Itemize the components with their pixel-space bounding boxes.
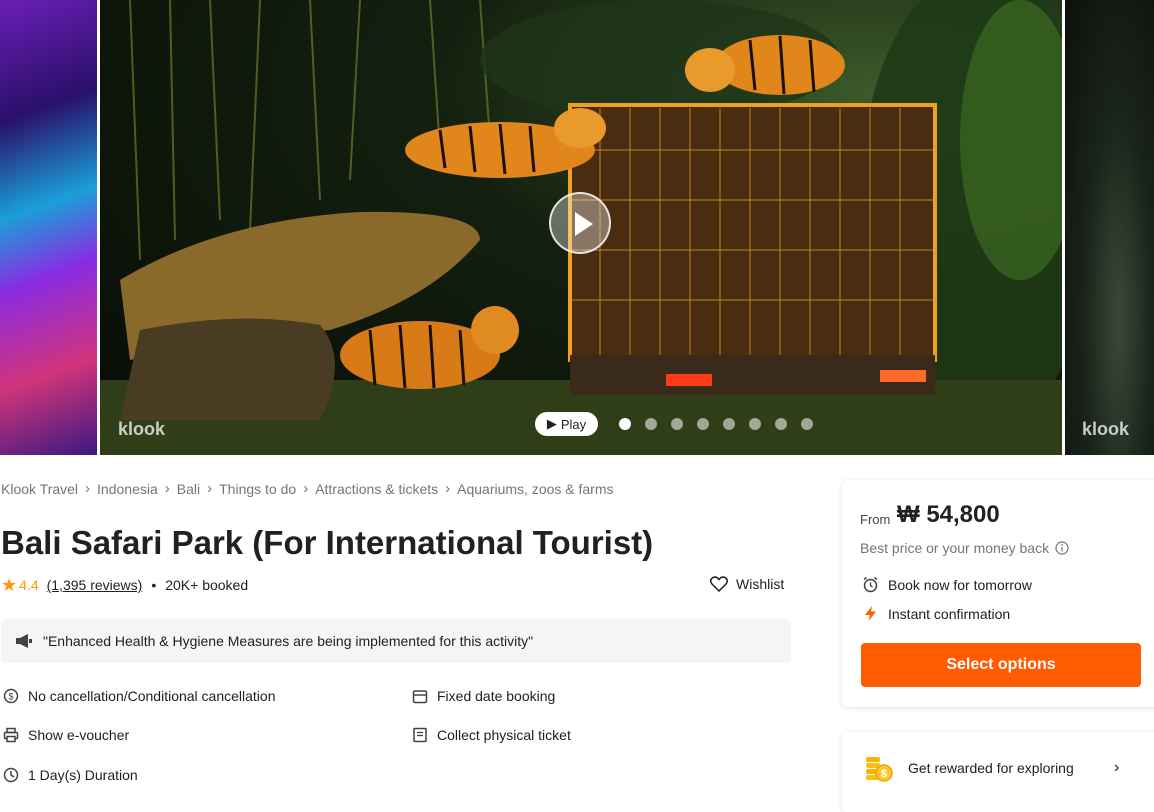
coin-icon: $	[3, 688, 19, 704]
health-notice: "Enhanced Health & Hygiene Measures are …	[1, 619, 791, 663]
slide-dot[interactable]	[775, 418, 787, 430]
confirmation-line: Instant confirmation	[862, 605, 1010, 622]
play-icon: ▶	[546, 416, 557, 431]
breadcrumb-link[interactable]: Bali	[177, 481, 200, 497]
slide-dot[interactable]	[749, 418, 761, 430]
from-label: From	[860, 512, 891, 527]
booking-card: From ₩ 54,800 Best price or your money b…	[842, 480, 1154, 707]
availability-line: Book now for tomorrow	[862, 576, 1032, 593]
chevron-right-icon: ›	[85, 480, 91, 497]
feature-physical-ticket: Collect physical ticket	[412, 727, 571, 743]
availability-text: Book now for tomorrow	[888, 576, 1032, 593]
chevron-right-icon: ›	[445, 480, 451, 497]
slide-dot[interactable]	[723, 418, 735, 430]
slide-dot[interactable]	[671, 418, 683, 430]
slide-dot[interactable]	[697, 418, 709, 430]
info-icon[interactable]	[1055, 541, 1069, 555]
calendar-icon	[412, 690, 428, 704]
rating-value: 4.4	[19, 577, 39, 593]
breadcrumb: Klook Travel › Indonesia › Bali › Things…	[1, 480, 614, 497]
breadcrumb-link[interactable]: Attractions & tickets	[315, 481, 438, 497]
price-guarantee: Best price or your money back	[860, 540, 1069, 556]
chevron-right-icon: ›	[164, 480, 170, 497]
feature-label: Collect physical ticket	[437, 727, 571, 743]
breadcrumb-link[interactable]: Klook Travel	[1, 481, 78, 497]
price-value: ₩ 54,800	[897, 501, 1000, 528]
feature-label: No cancellation/Conditional cancellation	[28, 688, 276, 704]
breadcrumb-link[interactable]: Things to do	[219, 481, 296, 497]
feature-fixed-date: Fixed date booking	[412, 688, 555, 704]
chevron-right-icon: ›	[1114, 759, 1120, 776]
page-title: Bali Safari Park (For International Tour…	[1, 524, 654, 561]
slide-dot[interactable]	[801, 418, 813, 430]
feature-e-voucher: Show e-voucher	[3, 727, 129, 743]
breadcrumb-link[interactable]: Indonesia	[97, 481, 158, 497]
clock-icon	[3, 767, 19, 783]
feature-label: 1 Day(s) Duration	[28, 767, 138, 783]
reviews-link[interactable]: (1,395 reviews)	[47, 577, 143, 593]
previous-slide-image[interactable]	[0, 0, 97, 455]
coins-icon: $	[866, 757, 893, 782]
play-label: Play	[560, 416, 587, 432]
image-gallery[interactable]: klook ▶ Play klook	[0, 0, 1154, 455]
rating-row: ★ 4.4 (1,395 reviews) • 20K+ booked	[1, 576, 248, 594]
guarantee-text: Best price or your money back	[860, 540, 1050, 556]
star-icon: ★	[1, 575, 18, 595]
play-video-button[interactable]: ▶ Play	[535, 412, 598, 436]
klook-watermark: klook	[118, 419, 166, 439]
notice-text: "Enhanced Health & Hygiene Measures are …	[43, 633, 534, 649]
wishlist-button[interactable]: Wishlist	[710, 576, 784, 592]
feature-cancellation: $ No cancellation/Conditional cancellati…	[3, 688, 276, 704]
slide-indicator	[619, 418, 813, 430]
klook-watermark: klook	[1082, 419, 1130, 439]
next-slide-image[interactable]: klook	[1065, 0, 1154, 455]
feature-label: Show e-voucher	[28, 727, 130, 743]
select-options-button[interactable]: Select options	[861, 643, 1141, 687]
video-play-icon[interactable]	[549, 192, 611, 254]
separator-dot: •	[151, 577, 157, 593]
ticket-icon	[413, 727, 427, 743]
slide-dot[interactable]	[619, 418, 631, 430]
booked-count: 20K+ booked	[165, 577, 249, 593]
heart-icon	[710, 576, 728, 592]
printer-icon	[3, 727, 19, 743]
chevron-right-icon: ›	[207, 480, 213, 497]
feature-label: Fixed date booking	[437, 688, 556, 704]
chevron-right-icon: ›	[303, 480, 309, 497]
alarm-clock-icon	[863, 576, 878, 593]
lightning-icon	[865, 606, 876, 621]
wishlist-label: Wishlist	[736, 576, 785, 592]
main-gallery-image[interactable]: klook ▶ Play	[100, 0, 1062, 455]
svg-text:$: $	[881, 768, 887, 780]
confirmation-text: Instant confirmation	[888, 605, 1011, 622]
breadcrumb-link[interactable]: Aquariums, zoos & farms	[457, 481, 613, 497]
svg-text:$: $	[8, 692, 13, 702]
megaphone-icon	[16, 634, 32, 648]
slide-dot[interactable]	[645, 418, 657, 430]
rewards-label: Get rewarded for exploring	[908, 760, 1074, 776]
rewards-card[interactable]: $ Get rewarded for exploring ›	[842, 732, 1154, 812]
feature-duration: 1 Day(s) Duration	[3, 767, 138, 783]
